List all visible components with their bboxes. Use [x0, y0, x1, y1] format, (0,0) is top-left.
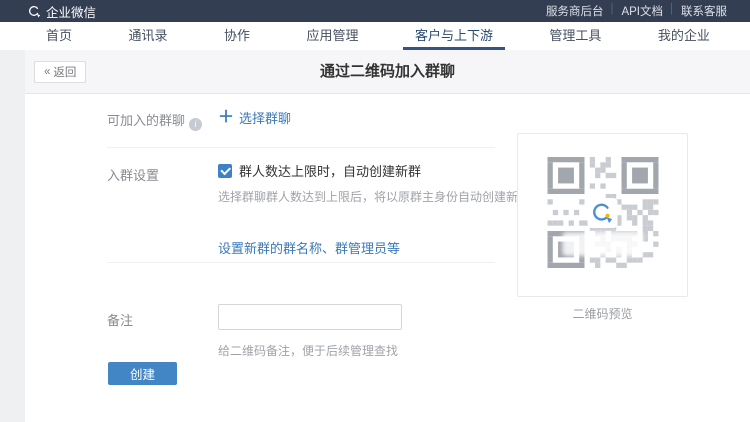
auto-create-group-checkbox-row[interactable]: 群人数达上限时，自动创建新群	[218, 161, 421, 180]
join-settings-label: 入群设置	[107, 165, 159, 184]
remark-hint: 给二维码备注，便于后续管理查找	[218, 342, 398, 359]
wechat-work-bubble-icon	[592, 202, 614, 224]
nav-item-my-company[interactable]: 我的企业	[646, 22, 722, 50]
app-logo-text: 企业微信	[46, 2, 96, 21]
topbar-link-provider-console[interactable]: 服务商后台	[537, 3, 613, 19]
nav-item-admin-tools[interactable]: 管理工具	[537, 22, 613, 50]
create-button[interactable]: 创建	[108, 362, 177, 385]
nav-item-contacts[interactable]: 通讯录	[116, 22, 179, 50]
topbar: 企业微信 服务商后台 API文档 联系客服	[0, 0, 750, 22]
remark-input[interactable]	[218, 304, 402, 330]
select-group-link-label: 选择群聊	[239, 108, 291, 127]
nav-item-collaboration[interactable]: 协作	[212, 22, 262, 50]
qr-preview-card	[517, 133, 688, 297]
qr-center-logo	[588, 198, 618, 228]
new-group-settings-link[interactable]: 设置新群的群名称、群管理员等	[218, 238, 400, 257]
select-group-link[interactable]: ＋ 选择群聊	[218, 108, 291, 127]
qr-watermark-blur	[563, 232, 643, 256]
join-settings-hint: 选择群聊群人数达到上限后，将以原群主身份自动创建新群	[218, 188, 530, 205]
qr-preview-caption: 二维码预览	[517, 305, 688, 322]
nav-item-app-management[interactable]: 应用管理	[294, 22, 370, 50]
divider	[107, 262, 495, 263]
auto-create-group-checkbox-label: 群人数达上限时，自动创建新群	[239, 161, 421, 180]
wechat-work-bubble-icon	[28, 5, 41, 18]
topbar-link-api-docs[interactable]: API文档	[612, 3, 672, 19]
card-header: « 返回 通过二维码加入群聊	[25, 50, 750, 94]
content-card: « 返回 通过二维码加入群聊 可加入的群聊 ＋ 选择群聊 入群设置 群人数达上限…	[25, 50, 750, 422]
info-icon[interactable]	[189, 118, 202, 131]
page-title: 通过二维码加入群聊	[25, 50, 750, 94]
joinable-group-label: 可加入的群聊	[107, 110, 202, 131]
remark-label: 备注	[107, 310, 133, 329]
plus-icon: ＋	[218, 110, 234, 126]
app-logo: 企业微信	[28, 2, 96, 21]
main-nav: 首页 通讯录 协作 应用管理 客户与上下游 管理工具 我的企业	[0, 22, 750, 50]
checkbox-checked-icon[interactable]	[218, 164, 232, 178]
qr-code	[547, 157, 658, 268]
topbar-links: 服务商后台 API文档 联系客服	[537, 3, 736, 19]
divider	[107, 147, 495, 148]
nav-item-home[interactable]: 首页	[34, 22, 84, 50]
nav-item-customers[interactable]: 客户与上下游	[403, 22, 505, 50]
topbar-link-contact-support[interactable]: 联系客服	[672, 3, 736, 19]
